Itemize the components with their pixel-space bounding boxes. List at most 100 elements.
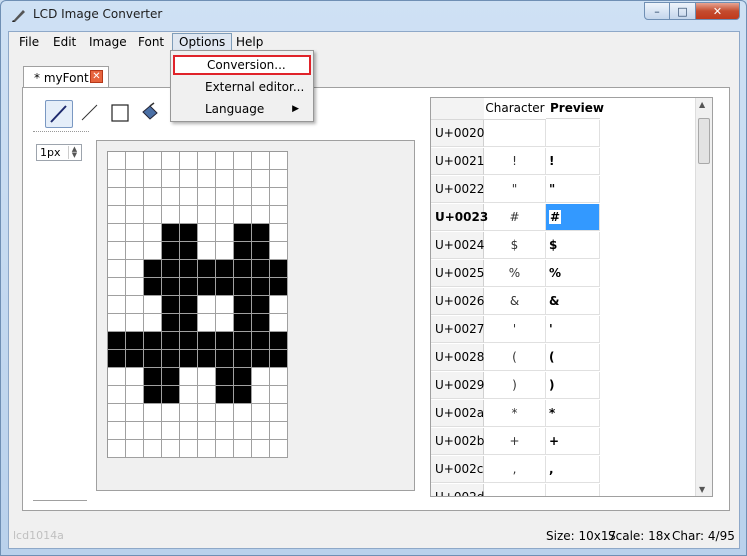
pixel-cell[interactable] [180, 314, 198, 332]
row-preview[interactable]: $ [546, 232, 600, 259]
pixel-cell[interactable] [270, 314, 288, 332]
pixel-cell[interactable] [252, 386, 270, 404]
pixel-cell[interactable] [162, 206, 180, 224]
pixel-cell[interactable] [270, 386, 288, 404]
table-row[interactable]: U+002c,, [431, 456, 600, 484]
pixel-cell[interactable] [216, 170, 234, 188]
pixel-cell[interactable] [108, 350, 126, 368]
pixel-cell[interactable] [108, 152, 126, 170]
pixel-cell[interactable] [198, 368, 216, 386]
pixel-cell[interactable] [252, 206, 270, 224]
pixel-cell[interactable] [162, 170, 180, 188]
column-header-character[interactable]: Character [484, 98, 546, 120]
table-row[interactable]: U+002a * * [431, 400, 600, 428]
pixel-cell[interactable] [216, 206, 234, 224]
pixel-cell[interactable] [252, 278, 270, 296]
row-character[interactable]: % [484, 260, 546, 287]
pixel-cell[interactable] [216, 368, 234, 386]
pixel-cell[interactable] [216, 386, 234, 404]
pixel-cell[interactable] [198, 440, 216, 458]
pixel-cell[interactable] [198, 224, 216, 242]
pixel-cell[interactable] [252, 242, 270, 260]
pixel-cell[interactable] [252, 404, 270, 422]
table-row[interactable]: U+0021!! [431, 148, 600, 176]
pixel-cell[interactable] [108, 170, 126, 188]
table-row[interactable]: U+002b + + [431, 428, 600, 456]
pixel-cell[interactable] [216, 332, 234, 350]
pixel-cell[interactable] [198, 350, 216, 368]
pixel-cell[interactable] [144, 188, 162, 206]
pixel-cell[interactable] [162, 278, 180, 296]
pen-size-spinbox[interactable]: 1px ▲ ▼ [36, 144, 82, 161]
pixel-cell[interactable] [144, 260, 162, 278]
pixel-cell[interactable] [252, 368, 270, 386]
table-row[interactable]: U+0026 & & [431, 288, 600, 316]
pixel-cell[interactable] [126, 440, 144, 458]
row-character[interactable]: ! [484, 148, 546, 175]
menu-file[interactable]: File [13, 34, 45, 50]
pixel-cell[interactable] [108, 278, 126, 296]
menu-item-conversion[interactable]: Conversion... [173, 55, 311, 75]
pixel-cell[interactable] [108, 368, 126, 386]
pixel-cell[interactable] [126, 332, 144, 350]
pixel-cell[interactable] [126, 386, 144, 404]
close-window-button[interactable]: ✕ [696, 2, 740, 20]
pixel-cell[interactable] [234, 314, 252, 332]
pixel-cell[interactable] [144, 422, 162, 440]
row-character[interactable]: ( [484, 344, 546, 371]
row-preview[interactable]: ! [546, 148, 600, 175]
pixel-cell[interactable] [216, 188, 234, 206]
pixel-cell[interactable] [180, 224, 198, 242]
menu-font[interactable]: Font [132, 34, 170, 50]
pixel-cell[interactable] [108, 440, 126, 458]
row-character[interactable] [484, 484, 546, 496]
pixel-cell[interactable] [216, 260, 234, 278]
pixel-cell[interactable] [216, 350, 234, 368]
pixel-cell[interactable] [180, 242, 198, 260]
pixel-cell[interactable] [216, 314, 234, 332]
pixel-cell[interactable] [126, 296, 144, 314]
pixel-cell[interactable] [252, 332, 270, 350]
pixel-cell[interactable] [270, 242, 288, 260]
pixel-cell[interactable] [270, 170, 288, 188]
pixel-cell[interactable] [252, 422, 270, 440]
row-preview[interactable] [546, 484, 600, 496]
pixel-cell[interactable] [252, 224, 270, 242]
scroll-up-icon[interactable]: ▲ [699, 100, 705, 109]
pixel-cell[interactable] [252, 152, 270, 170]
pixel-cell[interactable] [162, 440, 180, 458]
menu-edit[interactable]: Edit [47, 34, 82, 50]
pixel-cell[interactable] [234, 332, 252, 350]
pixel-cell[interactable] [234, 350, 252, 368]
pixel-cell[interactable] [180, 368, 198, 386]
pixel-cell[interactable] [216, 224, 234, 242]
pixel-cell[interactable] [252, 440, 270, 458]
pixel-cell[interactable] [180, 404, 198, 422]
pixel-cell[interactable] [234, 422, 252, 440]
pixel-cell[interactable] [180, 170, 198, 188]
menu-item-language[interactable]: Language ▶ [173, 99, 311, 119]
row-preview[interactable]: , [546, 456, 600, 483]
pixel-cell[interactable] [198, 404, 216, 422]
pen-tool-button[interactable] [45, 100, 73, 128]
pixel-cell[interactable] [234, 386, 252, 404]
table-row[interactable]: U+0023 # # [431, 204, 600, 232]
pixel-cell[interactable] [162, 368, 180, 386]
maximize-button[interactable]: □ [670, 2, 696, 20]
pixel-cell[interactable] [144, 440, 162, 458]
pixel-cell[interactable] [270, 440, 288, 458]
pixel-cell[interactable] [126, 422, 144, 440]
pixel-cell[interactable] [144, 350, 162, 368]
pixel-cell[interactable] [198, 206, 216, 224]
pixel-cell[interactable] [126, 314, 144, 332]
pixel-cell[interactable] [126, 224, 144, 242]
pixel-cell[interactable] [198, 422, 216, 440]
pixel-cell[interactable] [252, 260, 270, 278]
pixel-cell[interactable] [144, 170, 162, 188]
pixel-cell[interactable] [198, 314, 216, 332]
pixel-cell[interactable] [216, 440, 234, 458]
pixel-cell[interactable] [198, 278, 216, 296]
pixel-cell[interactable] [162, 332, 180, 350]
row-character[interactable]: ' [484, 316, 546, 343]
pixel-cell[interactable] [126, 350, 144, 368]
